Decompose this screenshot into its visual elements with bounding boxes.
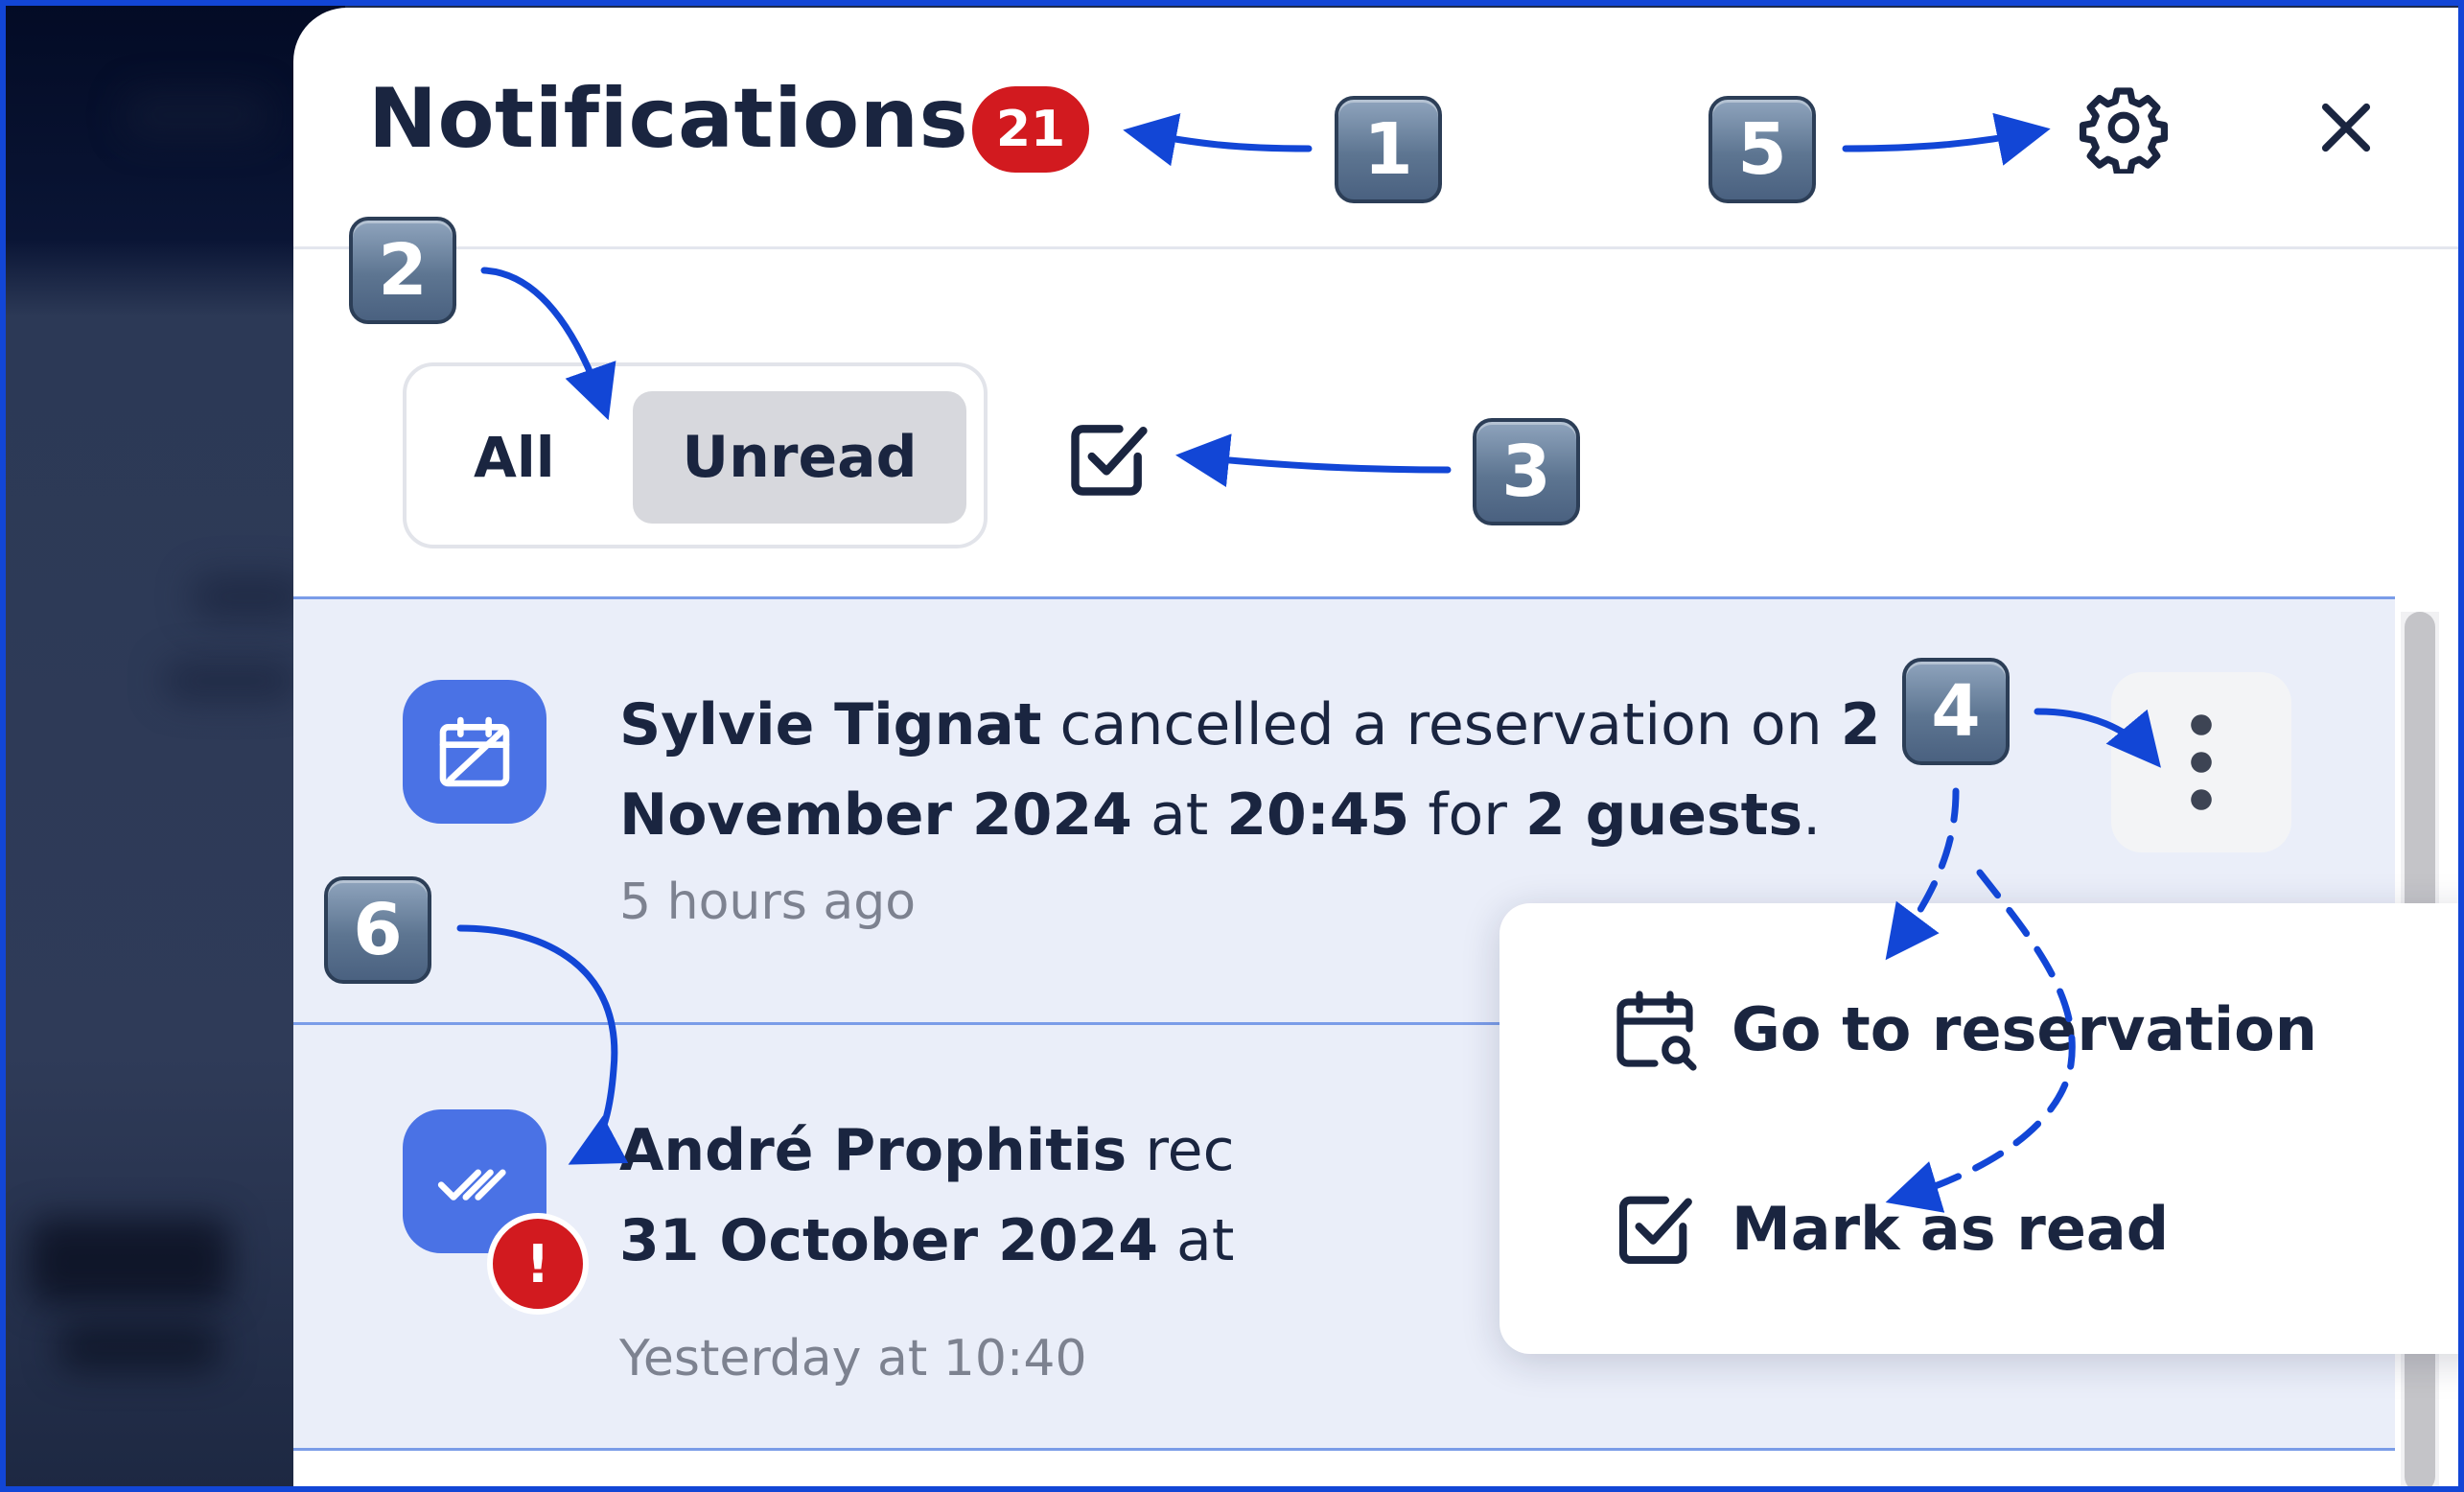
notification-guests: 2 guests [1524,781,1803,849]
notification-actor: Sylvie Tignat [619,691,1042,758]
settings-button[interactable] [2071,75,2176,180]
menu-item-mark-as-read[interactable]: Mark as read [1499,1156,2464,1300]
alert-badge: ! [487,1213,589,1315]
blurred-text [58,1323,221,1371]
panel-title: Notifications [368,71,969,167]
callout-5: 5 [1709,96,1816,203]
blurred-text [29,1218,230,1304]
close-button[interactable] [2293,75,2399,180]
blurred-text [125,91,268,139]
notification-timestamp: Yesterday at 10:40 [619,1330,1087,1387]
notification-action: cancelled a reservation on [1041,691,1841,758]
filter-toggle-group: All Unread [403,362,988,548]
notification-text: at [1131,781,1227,849]
menu-item-go-to-reservation[interactable]: Go to reservation [1499,957,2464,1101]
blurred-text [192,575,307,618]
checkbox-icon [1607,1180,1703,1276]
kebab-menu-icon [2191,714,2212,810]
menu-item-label: Mark as read [1732,1193,2170,1264]
notification-date: 31 October 2024 [619,1207,1158,1274]
callout-3: 3 [1473,418,1580,525]
callout-6: 6 [324,876,431,984]
mark-all-read-button[interactable] [1060,410,1156,506]
notification-actor: André Prophitis [619,1117,1127,1184]
notification-context-menu: Go to reservation Mark as read [1499,903,2464,1354]
callout-1: 1 [1335,96,1442,203]
notification-text: . [1802,781,1822,849]
notifications-panel: Notifications 21 All Unread Sylvie Tigna… [293,8,2464,1492]
checkbox-icon [1071,425,1148,496]
notification-action: rec [1127,1117,1233,1184]
callout-4: 4 [1902,658,2010,765]
notification-time: 20:45 [1226,781,1410,849]
notification-message: André Prophitis rec 31 October 2024 at [619,1106,1233,1286]
filter-all-tab[interactable]: All [464,414,565,501]
calendar-cancel-icon [403,680,546,824]
menu-item-label: Go to reservation [1732,993,2317,1064]
notification-message: Sylvie Tignat cancelled a reservation on… [619,680,1962,860]
calendar-search-icon [1607,981,1703,1077]
gear-icon [2080,87,2168,174]
notification-text: at [1157,1207,1233,1274]
close-icon [2321,103,2371,152]
blurred-text [163,662,297,700]
callout-2: 2 [349,217,456,324]
unread-count-badge: 21 [972,86,1089,173]
notification-timestamp: 5 hours ago [619,874,917,931]
more-options-button[interactable] [2111,672,2291,852]
filter-unread-tab[interactable]: Unread [633,391,966,524]
notification-text: for [1409,781,1525,849]
